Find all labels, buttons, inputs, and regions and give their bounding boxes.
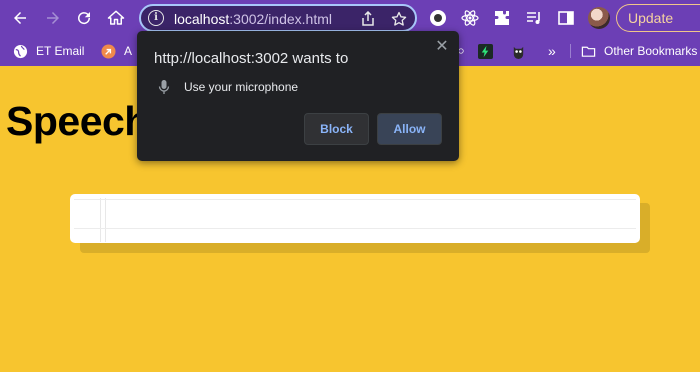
- puzzle-extensions-icon[interactable]: [492, 8, 512, 28]
- home-icon[interactable]: [104, 6, 128, 30]
- other-bookmarks-label: Other Bookmarks: [604, 44, 698, 58]
- extension-icon-1[interactable]: [428, 8, 448, 28]
- url-path: :3002/index.html: [229, 11, 332, 27]
- bookmark-owl[interactable]: [510, 36, 534, 66]
- bookmarks-divider: [570, 44, 571, 58]
- bookmark-bolt[interactable]: [477, 36, 501, 66]
- owl-bookmark-icon: [510, 43, 526, 59]
- bolt-bookmark-icon: [477, 43, 493, 59]
- margin-rule: [105, 198, 106, 242]
- reload-icon[interactable]: [72, 6, 96, 30]
- bookmark-a[interactable]: A: [100, 36, 132, 66]
- bookmark-et-email[interactable]: ET Email: [12, 36, 84, 66]
- allow-button[interactable]: Allow: [377, 113, 442, 145]
- close-icon[interactable]: ✕: [434, 39, 450, 55]
- block-button[interactable]: Block: [304, 113, 369, 145]
- share-icon[interactable]: [360, 11, 376, 27]
- permission-label: Use your microphone: [184, 80, 299, 94]
- update-button[interactable]: Update: [616, 4, 700, 32]
- side-panel-icon[interactable]: [556, 8, 576, 28]
- ruled-line: [74, 199, 636, 200]
- permission-popup: http://localhost:3002 wants to ✕ Use you…: [137, 31, 459, 161]
- bookmark-label: A: [124, 44, 133, 58]
- margin-rule: [100, 198, 101, 242]
- bookmarks-overflow-chevron[interactable]: »: [548, 36, 556, 66]
- react-devtools-icon[interactable]: [460, 8, 480, 28]
- url-text[interactable]: localhost:3002/index.html: [174, 10, 332, 28]
- other-bookmarks[interactable]: Other Bookmarks: [580, 36, 697, 66]
- profile-avatar[interactable]: [588, 7, 610, 29]
- back-arrow-icon[interactable]: [8, 6, 32, 30]
- bookmark-label: ET Email: [36, 44, 85, 58]
- folder-icon: [580, 43, 596, 59]
- site-info-icon[interactable]: i: [148, 10, 164, 26]
- address-bar[interactable]: i localhost:3002/index.html: [139, 4, 417, 32]
- arrow-badge-icon: [100, 43, 116, 59]
- microphone-icon: [158, 80, 170, 94]
- popup-title: http://localhost:3002 wants to: [154, 50, 349, 67]
- ruled-line: [74, 228, 636, 229]
- bookmark-star-icon[interactable]: [391, 11, 407, 27]
- speech-text-area[interactable]: [70, 194, 640, 243]
- page-title: Speech: [6, 98, 149, 144]
- forward-arrow-icon[interactable]: [41, 6, 65, 30]
- media-control-icon[interactable]: [524, 8, 544, 28]
- url-host: localhost: [174, 11, 230, 27]
- globe-icon: [12, 43, 28, 59]
